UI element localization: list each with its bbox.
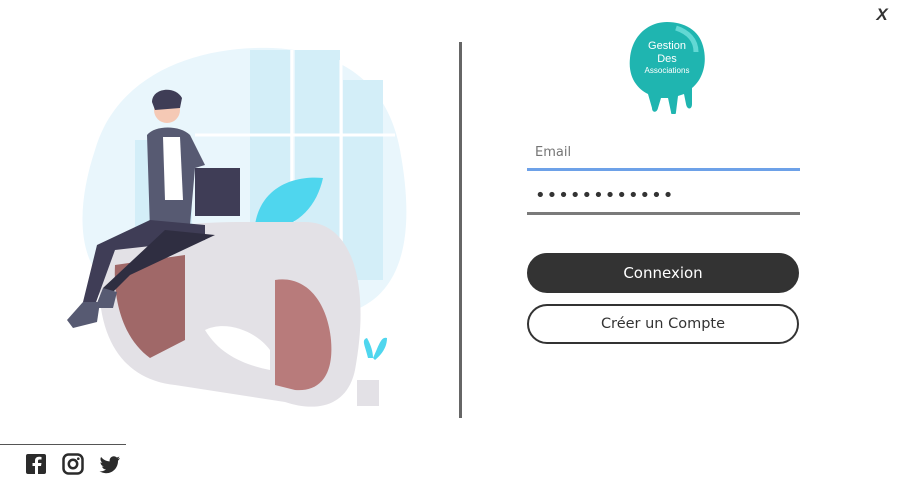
- create-account-button[interactable]: Créer un Compte: [527, 304, 799, 344]
- close-button[interactable]: X: [872, 4, 892, 26]
- logo-line1: Gestion: [648, 40, 686, 52]
- facebook-icon[interactable]: [25, 453, 47, 475]
- instagram-icon[interactable]: [62, 453, 84, 475]
- office-illustration: [67, 47, 407, 407]
- app-logo: Gestion Des Associations: [626, 18, 708, 115]
- login-button[interactable]: Connexion: [527, 253, 799, 293]
- footer-divider: [0, 444, 126, 445]
- panel-divider: [459, 42, 462, 418]
- twitter-icon[interactable]: [99, 453, 121, 475]
- logo-line2: Des: [657, 53, 677, 65]
- password-field[interactable]: ••••••••••••: [527, 181, 800, 215]
- logo-line3: Associations: [644, 66, 690, 75]
- email-field[interactable]: [527, 137, 800, 171]
